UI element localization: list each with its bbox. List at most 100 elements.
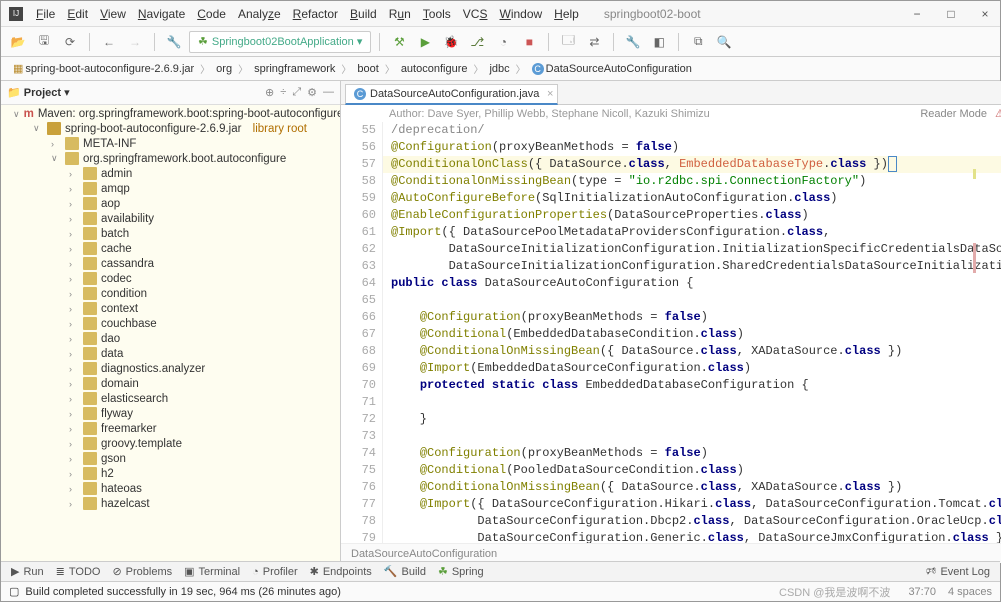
menu-code[interactable]: Code: [192, 5, 231, 23]
error-stripe-icon[interactable]: [966, 243, 976, 273]
menu-view[interactable]: View: [95, 5, 131, 23]
tool-problems[interactable]: ⊘ Problems: [112, 565, 172, 578]
class-icon: C: [532, 63, 544, 75]
tb-icon-a[interactable]: 🗔: [557, 31, 579, 53]
endpoints-icon[interactable]: ◧: [648, 31, 670, 53]
caret-pos[interactable]: 37:70: [908, 586, 936, 598]
bc-1[interactable]: org: [214, 63, 234, 75]
menu-tools[interactable]: Tools: [418, 5, 456, 23]
tree-folder-admin[interactable]: › admin: [1, 166, 340, 181]
menu-window[interactable]: Window: [494, 5, 547, 23]
tree-pkg[interactable]: ∨ org.springframework.boot.autoconfigure: [1, 151, 340, 166]
tree-folder-couchbase[interactable]: › couchbase: [1, 316, 340, 331]
tree-folder-h2[interactable]: › h2: [1, 466, 340, 481]
editor-tab-active[interactable]: C DataSourceAutoConfiguration.java ×: [345, 84, 558, 105]
build-icon[interactable]: ⚒: [388, 31, 410, 53]
tree-folder-diagnostics-analyzer[interactable]: › diagnostics.analyzer: [1, 361, 340, 376]
tree-root[interactable]: ∨ m Maven: org.springframework.boot:spri…: [1, 107, 340, 121]
expand-icon[interactable]: ⤢: [292, 86, 301, 99]
screen-icon[interactable]: ⧉: [687, 31, 709, 53]
warn-badge[interactable]: ⚠ 4: [995, 107, 1001, 120]
gear-icon[interactable]: ⚙: [307, 86, 317, 99]
menu-file[interactable]: File: [31, 5, 60, 23]
menu-analyze[interactable]: Analyze: [233, 5, 286, 23]
main-menu[interactable]: File Edit View Navigate Code Analyze Ref…: [31, 5, 584, 23]
editor-area: C DataSourceAutoConfiguration.java × Aut…: [341, 81, 1001, 563]
status-icon[interactable]: ▢: [9, 585, 19, 598]
bc-4[interactable]: autoconfigure: [399, 63, 470, 75]
menu-edit[interactable]: Edit: [62, 5, 93, 23]
project-view-selector[interactable]: 📁 Project ▾: [7, 86, 70, 99]
search-icon[interactable]: 🔍: [713, 31, 735, 53]
tree-folder-gson[interactable]: › gson: [1, 451, 340, 466]
tree-folder-condition[interactable]: › condition: [1, 286, 340, 301]
tree-folder-cache[interactable]: › cache: [1, 241, 340, 256]
back-icon[interactable]: ←: [98, 31, 120, 53]
tree-meta[interactable]: › META-INF: [1, 136, 340, 151]
close-button[interactable]: ×: [978, 7, 992, 21]
close-icon[interactable]: ×: [547, 88, 553, 100]
warn-stripe-icon[interactable]: [966, 169, 976, 179]
run-icon[interactable]: ▶: [414, 31, 436, 53]
wrench-icon[interactable]: 🔧: [622, 31, 644, 53]
open-icon[interactable]: 📂: [7, 31, 29, 53]
menu-help[interactable]: Help: [549, 5, 584, 23]
tree-folder-availability[interactable]: › availability: [1, 211, 340, 226]
bc-5[interactable]: jdbc: [487, 63, 511, 75]
menu-run[interactable]: Run: [384, 5, 416, 23]
tree-folder-groovy-template[interactable]: › groovy.template: [1, 436, 340, 451]
tree-folder-dao[interactable]: › dao: [1, 331, 340, 346]
editor-footer: DataSourceAutoConfiguration: [341, 543, 1001, 563]
reader-mode-badge[interactable]: Reader Mode ⚠ 4 ^ ∨: [920, 107, 1001, 120]
tool-spring[interactable]: ☘ Spring: [438, 565, 484, 578]
indent-info[interactable]: 4 spaces: [948, 586, 992, 598]
collapse-icon[interactable]: ÷: [280, 86, 286, 99]
tree-folder-codec[interactable]: › codec: [1, 271, 340, 286]
run-config-selector[interactable]: ☘ Springboot02BootApplication ▾: [189, 31, 371, 53]
tree-folder-amqp[interactable]: › amqp: [1, 181, 340, 196]
tree-folder-freemarker[interactable]: › freemarker: [1, 421, 340, 436]
tree-folder-context[interactable]: › context: [1, 301, 340, 316]
tb-icon-b[interactable]: ⇄: [583, 31, 605, 53]
bc-0[interactable]: ▦ spring-boot-autoconfigure-2.6.9.jar: [11, 62, 196, 75]
tool-build[interactable]: 🔨 Build: [384, 565, 426, 578]
save-icon[interactable]: 🖫: [33, 31, 55, 53]
tree-folder-aop[interactable]: › aop: [1, 196, 340, 211]
tree-folder-data[interactable]: › data: [1, 346, 340, 361]
debug-icon[interactable]: 🐞: [440, 31, 462, 53]
menu-navigate[interactable]: Navigate: [133, 5, 190, 23]
menu-build[interactable]: Build: [345, 5, 382, 23]
tree-folder-batch[interactable]: › batch: [1, 226, 340, 241]
minimize-button[interactable]: −: [910, 7, 924, 21]
bc-3[interactable]: boot: [355, 63, 380, 75]
code-area[interactable]: 5556575859606162636465666768697071727374…: [341, 122, 1001, 563]
tool-terminal[interactable]: ▣ Terminal: [184, 565, 240, 578]
maximize-button[interactable]: □: [944, 7, 958, 21]
tree-folder-elasticsearch[interactable]: › elasticsearch: [1, 391, 340, 406]
forward-icon[interactable]: →: [124, 31, 146, 53]
tree-folder-flyway[interactable]: › flyway: [1, 406, 340, 421]
bc-6[interactable]: C DataSourceAutoConfiguration: [530, 63, 694, 75]
profile-icon[interactable]: ◔: [492, 31, 514, 53]
reload-icon[interactable]: ⟳: [59, 31, 81, 53]
tool-endpoints[interactable]: ✱ Endpoints: [310, 565, 372, 578]
tree-folder-hateoas[interactable]: › hateoas: [1, 481, 340, 496]
stop-icon[interactable]: ■: [518, 31, 540, 53]
event-log[interactable]: 🕫 Event Log: [926, 562, 990, 581]
coverage-icon[interactable]: ⎇: [466, 31, 488, 53]
tree-jar[interactable]: ∨ spring-boot-autoconfigure-2.6.9.jar li…: [1, 121, 340, 136]
menu-refactor[interactable]: Refactor: [288, 5, 343, 23]
bc-2[interactable]: springframework: [252, 63, 337, 75]
tool-profiler[interactable]: ◔ Profiler: [252, 566, 298, 578]
tree-folder-cassandra[interactable]: › cassandra: [1, 256, 340, 271]
hide-icon[interactable]: —: [323, 86, 334, 99]
tool-run[interactable]: ▶ Run: [11, 565, 44, 578]
code-body[interactable]: /deprecation/@Configuration(proxyBeanMet…: [383, 122, 1001, 563]
config-icon[interactable]: 🔧: [163, 31, 185, 53]
menu-vcs[interactable]: VCS: [458, 5, 493, 23]
tree-folder-domain[interactable]: › domain: [1, 376, 340, 391]
tree-folder-hazelcast[interactable]: › hazelcast: [1, 496, 340, 511]
target-icon[interactable]: ⊕: [265, 86, 274, 99]
tool-todo[interactable]: ≣ TODO: [56, 565, 101, 578]
project-tree[interactable]: ∨ m Maven: org.springframework.boot:spri…: [1, 105, 340, 563]
